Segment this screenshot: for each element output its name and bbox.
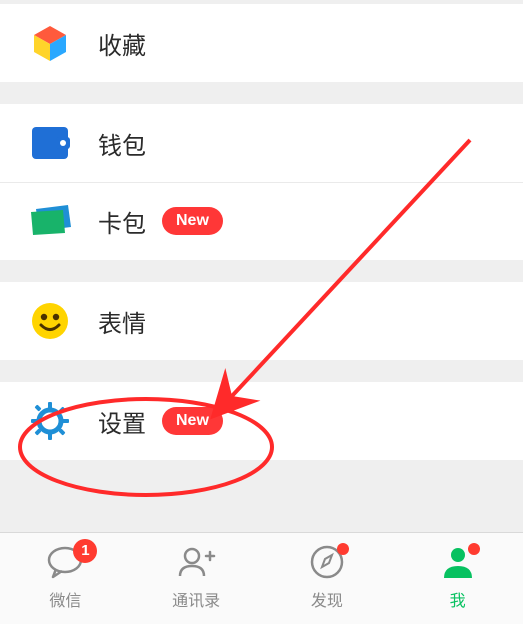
row-settings[interactable]: 设置 New	[0, 382, 523, 460]
unread-badge: 1	[73, 539, 97, 563]
row-label: 表情	[98, 304, 146, 339]
tab-me[interactable]: 我	[392, 533, 523, 624]
row-label: 卡包	[98, 204, 146, 239]
new-badge: New	[162, 407, 223, 435]
row-label: 钱包	[98, 126, 146, 161]
smiley-icon	[28, 299, 72, 343]
cube-icon	[28, 21, 72, 65]
group-stickers: 表情	[0, 282, 523, 360]
tab-label: 我	[450, 587, 466, 611]
gear-icon	[28, 399, 72, 443]
tab-discover[interactable]: 发现	[262, 533, 393, 624]
new-badge: New	[162, 207, 223, 235]
tab-label: 微信	[49, 587, 81, 611]
row-favorites[interactable]: 收藏	[0, 4, 523, 82]
tab-contacts[interactable]: 通讯录	[131, 533, 262, 624]
group-wallet: 钱包 卡包 New	[0, 104, 523, 260]
row-stickers[interactable]: 表情	[0, 282, 523, 360]
contacts-icon	[176, 544, 216, 585]
group-settings: 设置 New	[0, 382, 523, 460]
row-label: 设置	[98, 404, 146, 439]
row-wallet[interactable]: 钱包	[0, 104, 523, 182]
tab-label: 发现	[311, 587, 343, 611]
row-cards[interactable]: 卡包 New	[0, 182, 523, 260]
wallet-icon	[28, 121, 72, 165]
row-label: 收藏	[98, 26, 146, 61]
notification-dot	[468, 543, 480, 555]
tab-label: 通讯录	[172, 587, 220, 611]
card-pack-icon	[28, 199, 72, 243]
tab-bar: 1 微信 通讯录	[0, 532, 523, 624]
tab-chat[interactable]: 1 微信	[0, 533, 131, 624]
notification-dot	[337, 543, 349, 555]
group-favorites: 收藏	[0, 4, 523, 82]
